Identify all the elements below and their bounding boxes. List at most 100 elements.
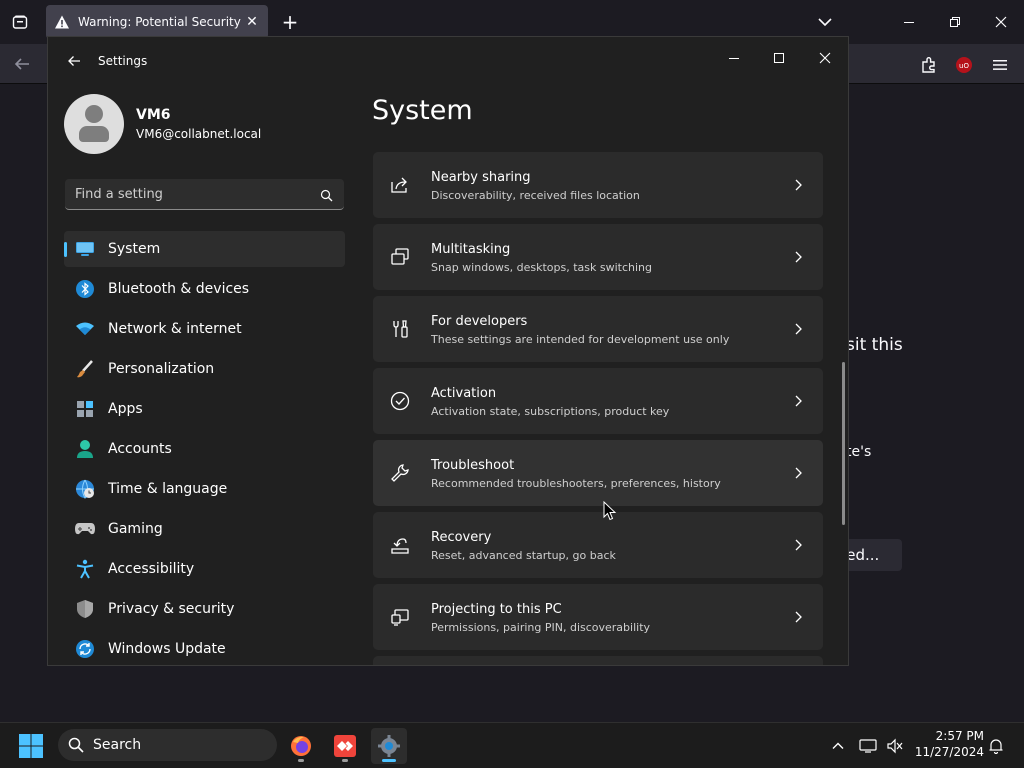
settings-card-list: Nearby sharing Discoverability, received… [373,141,823,665]
nav-item-time-language[interactable]: Time & language [64,471,345,507]
chevron-right-icon [795,467,802,479]
settings-window: Settings VM6 VM6@collabnet.local System [47,36,849,666]
ublock-icon[interactable]: uO [953,54,975,76]
browser-tab[interactable]: Warning: Potential Security Risk Ahead ✕ [46,5,268,39]
new-tab-icon[interactable]: + [280,12,300,32]
window-title: Settings [98,54,148,68]
page-text-fragment: sit this [846,335,903,355]
nav-label: Network & internet [108,321,242,337]
card-description: Snap windows, desktops, task switching [431,261,653,274]
card-multitasking[interactable]: Multitasking Snap windows, desktops, tas… [373,224,823,290]
nav-item-accessibility[interactable]: Accessibility [64,551,345,587]
nav-item-privacy-security[interactable]: Privacy & security [64,591,345,627]
clock-time: 2:57 PM [935,729,984,743]
mouse-cursor-icon [603,501,617,521]
globe-clock-icon [74,479,96,499]
card-description: Discoverability, received files location [431,189,640,202]
search-icon[interactable] [320,187,334,202]
card-projecting[interactable]: Projecting to this PC Permissions, pairi… [373,584,823,650]
card-description: Reset, advanced startup, go back [431,549,616,562]
nav-label: Privacy & security [108,601,235,617]
nav-label: Personalization [108,361,215,377]
nav-label: Accounts [108,441,172,457]
card-recovery[interactable]: Recovery Reset, advanced startup, go bac… [373,512,823,578]
wrench-icon [391,464,409,482]
person-icon [74,439,96,459]
tab-title: Warning: Potential Security Risk Ahead [78,15,244,29]
card-troubleshoot[interactable]: Troubleshoot Recommended troubleshooters… [373,440,823,506]
back-icon[interactable] [12,54,36,74]
accessibility-icon [74,559,96,579]
nav-label: Gaming [108,521,163,537]
card-title: Multitasking [431,242,511,257]
nav-label: Windows Update [108,641,226,657]
maximize-icon[interactable] [756,43,802,73]
taskbar: Search 2:57 PM 11/27/2024 [0,722,1024,768]
nav-item-gaming[interactable]: Gaming [64,511,345,547]
chevron-down-icon[interactable] [814,12,836,32]
chevron-up-icon[interactable] [828,736,848,756]
back-arrow-icon[interactable] [64,51,84,71]
minimize-icon[interactable] [711,43,757,73]
clock[interactable]: 2:57 PM 11/27/2024 [914,728,984,760]
share-icon [391,177,407,193]
title-bar: Settings [48,37,848,85]
card-title: Recovery [431,530,492,545]
close-icon[interactable] [989,12,1013,32]
card-title: For developers [431,314,528,329]
card-title: Projecting to this PC [431,602,562,617]
nav-item-personalization[interactable]: Personalization [64,351,345,387]
nav-item-apps[interactable]: Apps [64,391,345,427]
find-setting-input[interactable] [65,179,315,209]
avatar [64,94,124,154]
firefox-taskbar-icon[interactable] [283,728,319,764]
chevron-right-icon [795,251,802,263]
card-description: These settings are intended for developm… [431,333,730,346]
gamepad-icon [74,519,96,539]
profile-email: VM6@collabnet.local [136,127,262,141]
taskbar-search[interactable]: Search [58,729,277,761]
nav-label: System [108,241,161,257]
card-description: Recommended troubleshooters, preferences… [431,477,721,490]
multitasking-icon [391,248,409,265]
settings-taskbar-icon[interactable] [371,728,407,764]
clock-date: 11/27/2024 [914,745,984,759]
restore-icon[interactable] [943,12,967,32]
wifi-icon [74,319,96,339]
nav-item-windows-update[interactable]: Windows Update [64,631,345,665]
close-icon[interactable] [802,43,848,73]
card-activation[interactable]: Activation Activation state, subscriptio… [373,368,823,434]
developer-tools-icon [393,320,408,338]
settings-nav: System Bluetooth & devices Network & int… [64,231,345,665]
card-nearby-sharing[interactable]: Nearby sharing Discoverability, received… [373,152,823,218]
nav-item-network[interactable]: Network & internet [64,311,345,347]
search-box [65,179,344,210]
anydesk-taskbar-icon[interactable] [327,728,363,764]
tab-close-icon[interactable]: ✕ [244,14,260,30]
svg-text:uO: uO [959,62,969,70]
chevron-right-icon [795,611,802,623]
minimize-icon[interactable] [897,12,921,32]
user-profile[interactable]: VM6 VM6@collabnet.local [64,94,364,154]
volume-muted-icon[interactable] [885,736,905,756]
menu-icon[interactable] [989,54,1011,76]
firefox-view-icon[interactable] [8,10,32,34]
notification-bell-icon[interactable] [986,736,1006,756]
warning-icon [55,15,69,29]
brush-icon [74,359,96,379]
nav-label: Apps [108,401,143,417]
windows-start-icon[interactable] [18,733,44,759]
recovery-icon [391,538,409,554]
search-icon [68,737,84,753]
nav-item-system[interactable]: System [64,231,345,267]
selection-indicator [64,242,67,257]
nav-label: Accessibility [108,561,195,577]
card-for-developers[interactable]: For developers These settings are intend… [373,296,823,362]
projecting-icon [391,609,409,626]
display-icon[interactable] [858,736,878,756]
nav-item-bluetooth[interactable]: Bluetooth & devices [64,271,345,307]
extensions-icon[interactable] [918,54,940,76]
shield-icon [74,599,96,619]
scrollbar-thumb[interactable] [842,362,845,525]
nav-item-accounts[interactable]: Accounts [64,431,345,467]
